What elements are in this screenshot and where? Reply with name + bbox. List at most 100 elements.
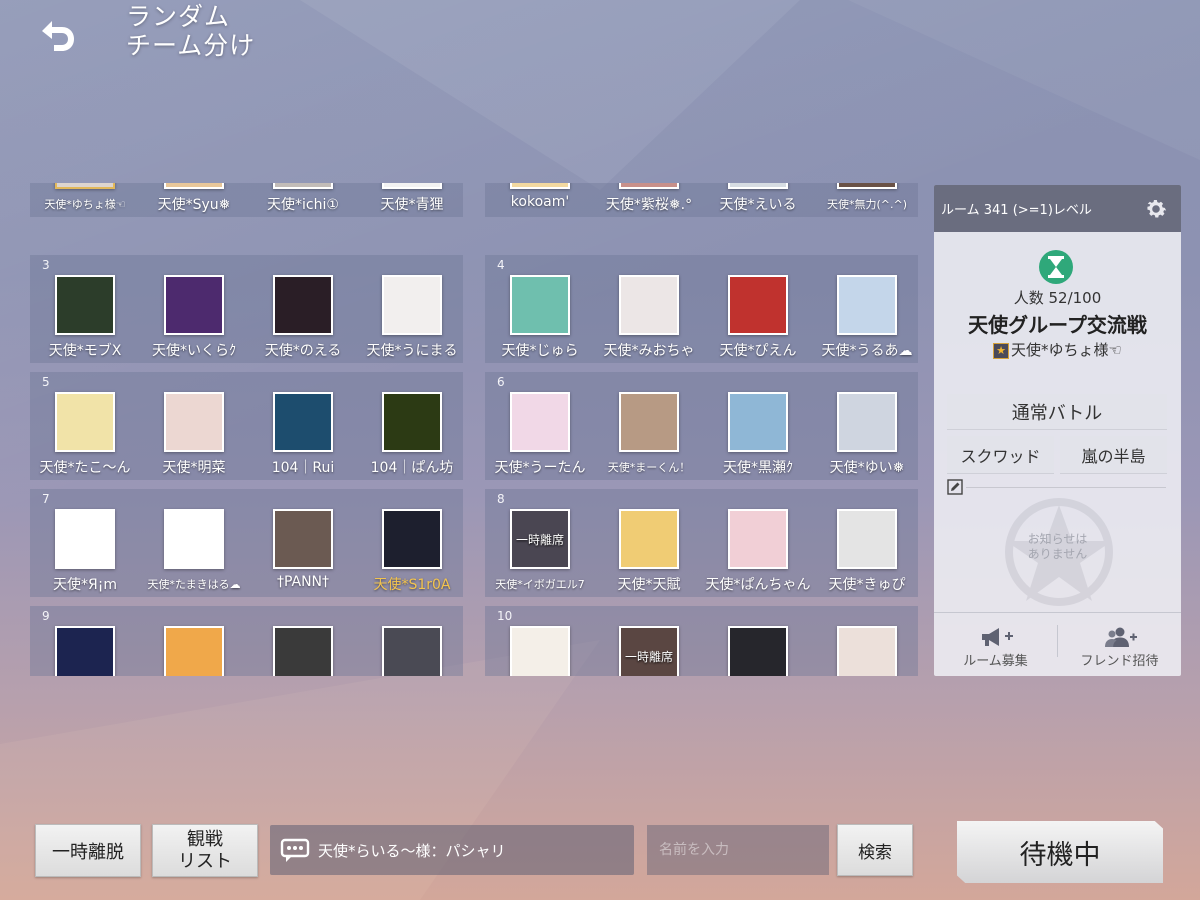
member-avatar[interactable] xyxy=(273,392,333,452)
friend-invite-button[interactable]: フレンド招待 xyxy=(1058,616,1181,674)
member-avatar[interactable] xyxy=(382,275,442,335)
team-member[interactable]: 天使*青狸 xyxy=(357,183,467,216)
gear-icon[interactable] xyxy=(1143,196,1169,222)
team-member[interactable]: 天使*紫桜❅.° xyxy=(594,183,704,216)
pencil-icon[interactable] xyxy=(947,479,963,495)
team-member[interactable]: 天使*きゅぴ xyxy=(812,506,918,596)
member-avatar[interactable] xyxy=(619,392,679,452)
temporary-leave-button[interactable]: 一時離脱 xyxy=(35,824,141,877)
back-button[interactable] xyxy=(30,14,82,58)
team-member[interactable]: 天使*うるあ☁ xyxy=(812,272,918,362)
member-avatar[interactable] xyxy=(382,509,442,569)
team-member[interactable]: 一時離席 xyxy=(594,623,704,676)
member-avatar[interactable] xyxy=(55,626,115,676)
member-avatar[interactable] xyxy=(837,509,897,569)
member-name: 天使*いくらｸ xyxy=(152,343,236,359)
team-member[interactable]: 天使*ぴえん xyxy=(703,272,813,362)
room-host: ★ 天使*ゆちょ様☜ xyxy=(934,339,1181,360)
member-avatar[interactable] xyxy=(382,626,442,676)
team-member[interactable]: 天使*うーたん xyxy=(485,389,595,479)
team-member[interactable] xyxy=(30,623,140,676)
team-member[interactable] xyxy=(357,623,467,676)
team-member[interactable] xyxy=(703,623,813,676)
member-avatar[interactable] xyxy=(273,275,333,335)
team-member[interactable]: 天使*天賦 xyxy=(594,506,704,596)
ready-status-button[interactable]: 待機中 xyxy=(957,821,1163,883)
team-member[interactable]: 天使*えいる xyxy=(703,183,813,216)
member-avatar[interactable] xyxy=(728,626,788,676)
team-member[interactable]: †PANN† xyxy=(248,506,358,596)
member-avatar[interactable] xyxy=(728,183,788,189)
member-avatar[interactable] xyxy=(728,275,788,335)
team-member[interactable]: 天使*まーくん！ xyxy=(594,389,704,479)
team-member[interactable]: 一時離席天使*無力(^.^) xyxy=(812,183,918,216)
member-avatar[interactable] xyxy=(273,626,333,676)
team-member[interactable]: 天使*ゆちょ様☜ xyxy=(30,183,140,216)
team-member[interactable]: 天使*明菜 xyxy=(139,389,249,479)
member-avatar[interactable] xyxy=(55,183,115,189)
member-avatar[interactable] xyxy=(382,183,442,189)
team-member[interactable]: 天使*Я¡m xyxy=(30,506,140,596)
member-avatar[interactable] xyxy=(164,183,224,189)
battle-mode-button[interactable]: 通常バトル xyxy=(947,394,1167,430)
member-avatar[interactable]: 一時離席 xyxy=(510,509,570,569)
team-member[interactable]: 104｜ぱん坊 xyxy=(357,389,467,479)
team-member[interactable]: kokoam' xyxy=(485,183,595,216)
team-member[interactable]: 天使*うにまる xyxy=(357,272,467,362)
team-member[interactable] xyxy=(248,623,358,676)
team-member[interactable]: 天使*のえる xyxy=(248,272,358,362)
team-member[interactable]: 天使*たまきはる☁ xyxy=(139,506,249,596)
squad-mode-button[interactable]: スクワッド xyxy=(947,436,1054,474)
member-avatar[interactable] xyxy=(619,275,679,335)
member-avatar[interactable] xyxy=(837,392,897,452)
team-member[interactable]: 天使*ぱんちゃん xyxy=(703,506,813,596)
map-select-button[interactable]: 嵐の半島 xyxy=(1060,436,1167,474)
team-member[interactable]: 一時離席 天使*イボガエル7 xyxy=(485,506,595,596)
member-avatar[interactable] xyxy=(510,392,570,452)
member-avatar[interactable] xyxy=(728,509,788,569)
member-avatar[interactable] xyxy=(55,509,115,569)
room-recruit-button[interactable]: ルーム募集 xyxy=(934,616,1057,674)
team-member[interactable]: 天使*みおちゃ xyxy=(594,272,704,362)
member-avatar[interactable] xyxy=(164,626,224,676)
team-member[interactable]: 天使*いくらｸ xyxy=(139,272,249,362)
spectator-list-button[interactable]: 観戦 リスト xyxy=(152,824,258,877)
member-avatar[interactable] xyxy=(164,392,224,452)
member-avatar[interactable]: 一時離席 xyxy=(837,183,897,189)
team-list[interactable]: 天使*ゆちょ様☜ 天使*Syu❅ 天使*ichi① 天使*青狸 kokoam' 天使*紫桜… xyxy=(30,183,918,676)
team-member[interactable] xyxy=(139,623,249,676)
team-member[interactable]: 104｜Rui xyxy=(248,389,358,479)
member-avatar[interactable] xyxy=(837,626,897,676)
team-member[interactable]: 天使*ichi① xyxy=(248,183,358,216)
team-member[interactable]: 天使*S1r0A xyxy=(357,506,467,596)
member-avatar[interactable] xyxy=(837,275,897,335)
team-member[interactable]: 天使*Syu❅ xyxy=(139,183,249,216)
team-member[interactable]: 天使*たこ〜ん xyxy=(30,389,140,479)
member-avatar[interactable] xyxy=(619,183,679,189)
member-avatar[interactable] xyxy=(273,183,333,189)
member-avatar[interactable] xyxy=(382,392,442,452)
member-avatar[interactable] xyxy=(619,509,679,569)
member-avatar[interactable] xyxy=(728,392,788,452)
member-avatar[interactable]: 一時離席 xyxy=(619,626,679,676)
team-member[interactable]: 天使*じゅら xyxy=(485,272,595,362)
member-avatar[interactable] xyxy=(55,392,115,452)
team-member[interactable]: 天使*黒瀬ｸ xyxy=(703,389,813,479)
team-member[interactable]: 天使*ゆい❅ xyxy=(812,389,918,479)
member-avatar[interactable] xyxy=(510,183,570,189)
member-avatar[interactable] xyxy=(273,509,333,569)
member-avatar[interactable] xyxy=(510,275,570,335)
member-avatar[interactable] xyxy=(164,509,224,569)
hourglass-icon xyxy=(1039,250,1073,284)
team-member[interactable] xyxy=(812,623,918,676)
member-avatar[interactable] xyxy=(510,626,570,676)
member-name: 104｜Rui xyxy=(271,460,335,476)
member-avatar[interactable] xyxy=(55,275,115,335)
search-button[interactable]: 検索 xyxy=(837,824,913,876)
chat-bar[interactable]: 天使*らいる〜様：パシャリ xyxy=(270,825,634,875)
member-name: 天使*みおちゃ xyxy=(603,343,695,359)
team-member[interactable]: 天使*モブX xyxy=(30,272,140,362)
name-search-input[interactable] xyxy=(647,825,829,875)
member-avatar[interactable] xyxy=(164,275,224,335)
team-member[interactable] xyxy=(485,623,595,676)
